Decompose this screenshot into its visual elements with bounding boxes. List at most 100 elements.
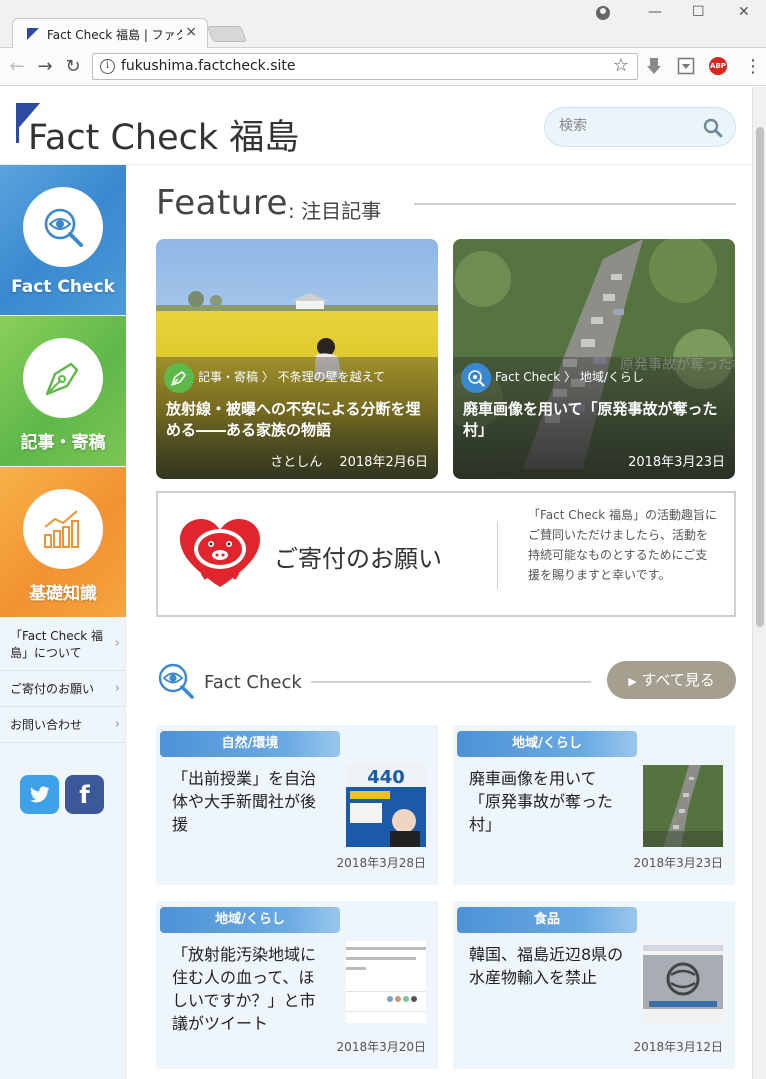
- browser-toolbar: ← → ↻ i fukushima.factcheck.site ☆ ABP ⋮: [0, 48, 766, 86]
- main-content: Feature : 注目記事 記事・寄稿 〉 不条理の壁を越えて 放射線・被曝へ…: [126, 165, 752, 1079]
- divider: [414, 203, 736, 205]
- feature-card-meta: 2018年3月23日: [628, 451, 725, 470]
- factcheck-heading: Fact Check ▶ すべて見る: [156, 661, 736, 705]
- sidebar-category-basics[interactable]: 基礎知識: [0, 467, 126, 617]
- sidebar-link-label: お問い合わせ: [10, 718, 83, 732]
- card-category-tag: 自然/環境: [160, 731, 340, 757]
- sidebar-links: 「Fact Check 福島」について › ご寄付のお願い › お問い合わせ ›: [0, 618, 126, 743]
- sidebar-link-contact[interactable]: お問い合わせ ›: [0, 707, 126, 743]
- site-header: Fact Check 福島: [0, 87, 752, 165]
- card-date: 2018年3月23日: [633, 856, 723, 870]
- magnifier-eye-icon: [158, 663, 194, 699]
- extension-save-icon[interactable]: [677, 57, 695, 75]
- feature-card[interactable]: 原発事故が奪った村 Fact Check 〉 地域/くらし 廃車画像を用いて「原…: [453, 239, 735, 479]
- sidebar-link-donate[interactable]: ご寄付のお願い ›: [0, 671, 126, 707]
- browser-tab[interactable]: Fact Check 福島 | ファクトチ ×: [12, 18, 208, 48]
- twitter-icon: [30, 786, 50, 803]
- facebook-button[interactable]: f: [65, 775, 104, 814]
- factcheck-card[interactable]: 地域/くらし 廃車画像を用いて「原発事故が奪った村」 2018年3月23日: [453, 725, 735, 885]
- sidebar: Fact Check 記事・寄稿 基礎知識 「Fact Check 福島」につい…: [0, 165, 126, 1079]
- see-all-button[interactable]: ▶ すべて見る: [607, 661, 736, 699]
- divider: [311, 681, 591, 683]
- play-triangle-icon: ▶: [628, 675, 637, 688]
- card-category-tag: 地域/くらし: [160, 907, 340, 933]
- browser-tab-strip: Fact Check 福島 | ファクトチ × — ☐ ✕: [0, 0, 766, 48]
- feature-subtitle: : 注目記事: [288, 199, 382, 223]
- chart-icon: [44, 510, 79, 548]
- card-category-tag: 食品: [457, 907, 637, 933]
- category-icon-circle: [23, 338, 103, 418]
- url-text[interactable]: fukushima.factcheck.site: [121, 58, 296, 74]
- feature-title: Feature: [156, 183, 288, 223]
- site-logo[interactable]: Fact Check 福島: [14, 103, 334, 158]
- magnifier-eye-icon: [468, 370, 485, 387]
- new-tab-button[interactable]: [207, 26, 247, 42]
- feature-card-date: 2018年3月23日: [628, 455, 725, 470]
- extension-download-icon[interactable]: [645, 57, 663, 75]
- scrollbar-thumb[interactable]: [756, 127, 764, 627]
- donation-text: 「Fact Check 福島」の活動趣旨にご賛同いただけましたら、活動を持続可能…: [528, 508, 718, 582]
- card-category-tag: 地域/くらし: [457, 731, 637, 757]
- factcheck-card[interactable]: 食品 韓国、福島近辺8県の水産物輸入を禁止 2018年3月12日: [453, 901, 735, 1069]
- card-date: 2018年3月20日: [336, 1040, 426, 1054]
- feature-card-meta: さとしん 2018年2月6日: [270, 451, 428, 470]
- site-info-icon[interactable]: i: [100, 59, 115, 74]
- donation-banner[interactable]: ご寄付のお願い 「Fact Check 福島」の活動趣旨にご賛同いただけましたら…: [156, 491, 736, 617]
- site-favicon-icon: [27, 28, 39, 40]
- factcheck-card[interactable]: 地域/くらし 「放射能汚染地域に住む人の血って、ほしいですか？」と市議がツイート…: [156, 901, 438, 1069]
- reload-icon[interactable]: ↻: [62, 56, 84, 77]
- card-title: 韓国、福島近辺8県の水産物輸入を禁止: [469, 945, 624, 987]
- close-window-icon[interactable]: ✕: [738, 4, 750, 20]
- minimize-icon[interactable]: —: [648, 4, 662, 20]
- address-bar[interactable]: i fukushima.factcheck.site ☆: [92, 53, 638, 80]
- magnifier-eye-icon: [44, 208, 83, 247]
- factcheck-card[interactable]: 自然/環境 「出前授業」を自治体や大手新聞社が後援 440 2018年3月28日: [156, 725, 438, 885]
- feature-breadcrumb: Fact Check 〉 地域/くらし: [495, 370, 644, 384]
- sidebar-category-articles[interactable]: 記事・寄稿: [0, 316, 126, 466]
- feature-card-title: 放射線・被曝への不安による分断を埋める――ある家族の物語: [166, 400, 421, 439]
- browser-menu-icon[interactable]: ⋮: [744, 56, 762, 77]
- card-title: 廃車画像を用いて「原発事故が奪った村」: [469, 769, 614, 834]
- sidebar-category-label: Fact Check: [11, 277, 115, 297]
- card-title: 「出前授業」を自治体や大手新聞社が後援: [172, 769, 317, 834]
- tab-close-icon[interactable]: ×: [185, 24, 197, 40]
- bookmark-star-icon[interactable]: ☆: [613, 55, 629, 76]
- back-icon[interactable]: ←: [6, 56, 28, 77]
- feature-heading: Feature : 注目記事: [156, 183, 736, 223]
- page-scrollbar[interactable]: [752, 87, 766, 1079]
- adblock-icon[interactable]: ABP: [709, 57, 727, 75]
- maximize-icon[interactable]: ☐: [692, 4, 705, 20]
- chevron-right-icon: ›: [114, 680, 120, 696]
- feature-category-badge: [164, 363, 194, 393]
- tab-title: Fact Check 福島 | ファクトチ: [47, 28, 182, 42]
- feature-breadcrumb: 記事・寄稿 〉 不条理の壁を越えて: [198, 370, 386, 384]
- sidebar-category-label: 記事・寄稿: [20, 433, 106, 453]
- card-title: 「放射能汚染地域に住む人の血って、ほしいですか？」と市議がツイート: [172, 945, 317, 1033]
- card-date: 2018年3月28日: [336, 856, 426, 870]
- feature-card-title: 廃車画像を用いて「原発事故が奪った村」: [463, 400, 718, 439]
- forward-icon[interactable]: →: [34, 56, 56, 77]
- logo-text: Fact Check 福島: [28, 118, 300, 158]
- facebook-icon: f: [79, 781, 90, 809]
- feature-card[interactable]: 記事・寄稿 〉 不条理の壁を越えて 放射線・被曝への不安による分断を埋める――あ…: [156, 239, 438, 479]
- see-all-label: すべて見る: [641, 671, 715, 689]
- twitter-button[interactable]: [20, 775, 59, 814]
- sidebar-link-about[interactable]: 「Fact Check 福島」について ›: [0, 618, 126, 671]
- search-input[interactable]: [559, 118, 689, 134]
- piggy-heart-logo-icon: [180, 519, 260, 587]
- web-page: Fact Check 福島 Fact Check: [0, 87, 752, 1079]
- sidebar-link-label: 「Fact Check 福島」について: [10, 629, 104, 660]
- search-icon[interactable]: [703, 118, 723, 138]
- feature-category-badge: [461, 363, 491, 393]
- divider: [497, 521, 498, 589]
- category-icon-circle: [23, 187, 103, 267]
- feature-card-date: 2018年2月6日: [339, 455, 428, 470]
- svg-text:440: 440: [367, 767, 405, 788]
- donation-title: ご寄付のお願い: [274, 545, 442, 573]
- chevron-right-icon: ›: [114, 716, 120, 732]
- card-thumbnail-wto-news: [643, 941, 723, 1023]
- card-thumbnail-book-cover: 440: [346, 765, 426, 847]
- account-icon[interactable]: [596, 6, 610, 20]
- social-links: f: [20, 775, 110, 815]
- sidebar-category-factcheck[interactable]: Fact Check: [0, 165, 126, 315]
